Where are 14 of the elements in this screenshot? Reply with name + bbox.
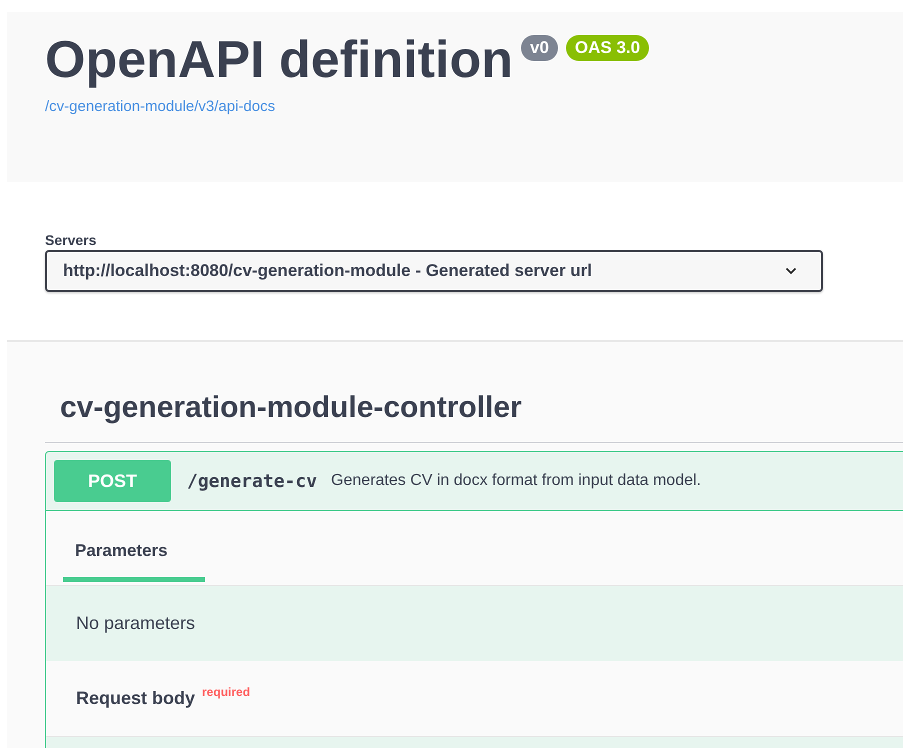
required-label: required <box>202 684 250 698</box>
version-badge: v0 <box>520 35 558 61</box>
parameters-tab[interactable]: Parameters <box>63 541 205 582</box>
oas-badge: OAS 3.0 <box>566 35 650 61</box>
chevron-down-icon <box>785 267 797 275</box>
operation-path[interactable]: /generate-cv <box>187 470 318 492</box>
method-badge: POST <box>54 460 171 502</box>
operation-summary: Generates CV in docx format from input data model. <box>331 472 701 490</box>
servers-label: Servers <box>45 232 98 248</box>
servers-select[interactable]: http://localhost:8080/cv-generation-module - Generated server url <box>45 250 823 292</box>
no-parameters-text: No parameters <box>76 613 196 634</box>
request-body-label: Request body <box>76 688 196 709</box>
tag-heading[interactable]: cv-generation-module-controller <box>45 342 903 443</box>
api-title: OpenAPI definition <box>45 30 513 91</box>
